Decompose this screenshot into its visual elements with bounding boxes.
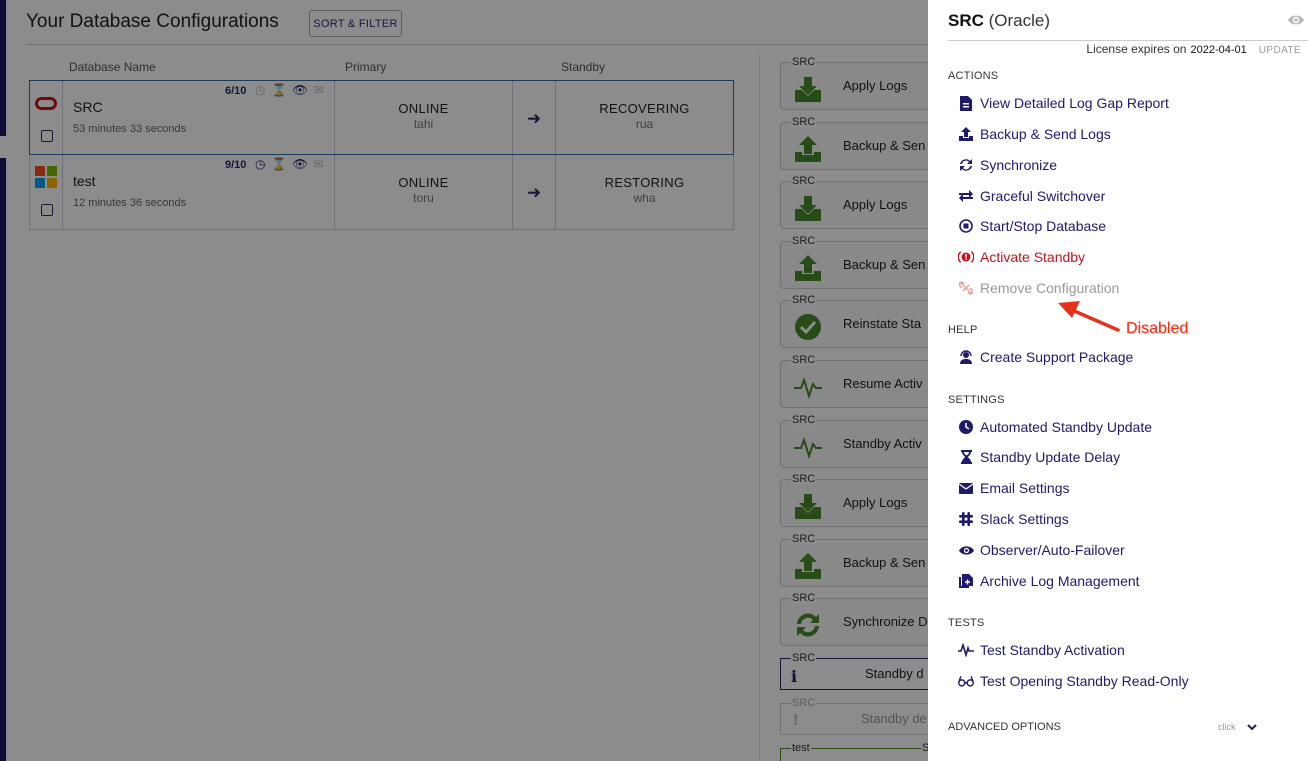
modal-backdrop[interactable] [0,0,928,761]
menu-item-label: Archive Log Management [980,573,1140,589]
menu-item-label: Automated Standby Update [980,419,1153,435]
switch-arrows-icon [958,188,974,204]
annotation-arrow-icon [1058,301,1120,332]
chevron-down-icon[interactable] [1245,720,1259,734]
automated-standby-update-button[interactable]: Automated Standby Update [958,417,1152,437]
slack-icon [958,511,974,527]
test-open-standby-readonly-button[interactable]: Test Opening Standby Read-Only [958,671,1189,691]
panel-title-name: SRC [948,11,984,30]
standby-update-delay-button[interactable]: Standby Update Delay [958,447,1120,467]
license-label: License expires on [1086,42,1187,56]
menu-item-label: Standby Update Delay [980,449,1121,465]
menu-item-label: Test Standby Activation [980,642,1125,658]
divider [948,40,1308,41]
menu-item-label: Test Opening Standby Read-Only [980,673,1189,689]
slack-settings-button[interactable]: Slack Settings [958,509,1069,529]
view-log-gap-report-button[interactable]: View Detailed Log Gap Report [958,93,1169,113]
menu-item-label: Start/Stop Database [980,218,1107,234]
test-standby-activation-button[interactable]: Test Standby Activation [958,640,1125,660]
synchronize-button[interactable]: Synchronize [958,155,1057,175]
license-date: 2022-04-01 [1190,44,1247,56]
annotation-label: Disabled [1126,320,1189,337]
graceful-switchover-button[interactable]: Graceful Switchover [958,186,1105,206]
hourglass-icon [958,449,974,465]
envelope-icon [958,480,974,496]
pulse-icon [958,642,974,658]
section-heading-actions: ACTIONS [948,70,999,82]
eye-icon [958,542,974,558]
section-heading-settings: SETTINGS [948,394,1005,406]
menu-item-label: View Detailed Log Gap Report [980,95,1169,111]
menu-item-label: Observer/Auto-Failover [980,542,1125,558]
activate-standby-button[interactable]: Activate Standby [958,247,1085,267]
menu-item-label: Create Support Package [980,349,1134,365]
menu-item-label: Synchronize [980,157,1058,173]
license-info: License expires on 2022-04-01 UPDATE [1086,42,1301,56]
unlink-icon [958,280,974,296]
configuration-side-panel: SRC (Oracle) License expires on 2022-04-… [928,0,1309,761]
eye-icon[interactable] [1287,13,1305,27]
section-heading-advanced: ADVANCED OPTIONS [948,721,1061,733]
menu-item-label: Backup & Send Logs [980,126,1111,142]
advanced-click-hint: click [1218,722,1236,732]
alert-icon [958,249,974,265]
report-file-icon [958,95,974,111]
license-update-link[interactable]: UPDATE [1259,45,1301,56]
support-agent-icon [958,349,974,365]
start-stop-database-button[interactable]: Start/Stop Database [958,216,1106,236]
upload-icon [958,126,974,142]
menu-item-label: Email Settings [980,480,1070,496]
section-heading-help: HELP [948,324,978,336]
email-settings-button[interactable]: Email Settings [958,478,1069,498]
panel-title-type: (Oracle) [988,11,1051,30]
create-support-package-button[interactable]: Create Support Package [958,347,1133,367]
clock-icon [958,419,974,435]
stop-circle-icon [958,218,974,234]
panel-title: SRC (Oracle) [948,11,1050,31]
observer-auto-failover-button[interactable]: Observer/Auto-Failover [958,540,1125,560]
section-heading-tests: TESTS [948,617,985,629]
sync-icon [958,157,974,173]
backup-send-logs-button[interactable]: Backup & Send Logs [958,124,1111,144]
archive-log-management-button[interactable]: Archive Log Management [958,571,1140,591]
menu-item-label: Graceful Switchover [980,188,1106,204]
menu-item-label: Slack Settings [980,511,1069,527]
menu-item-label: Activate Standby [980,249,1086,265]
archive-files-icon [958,573,974,589]
glasses-icon [958,673,974,689]
advanced-options-toggle[interactable]: ADVANCED OPTIONS click [948,719,1268,735]
